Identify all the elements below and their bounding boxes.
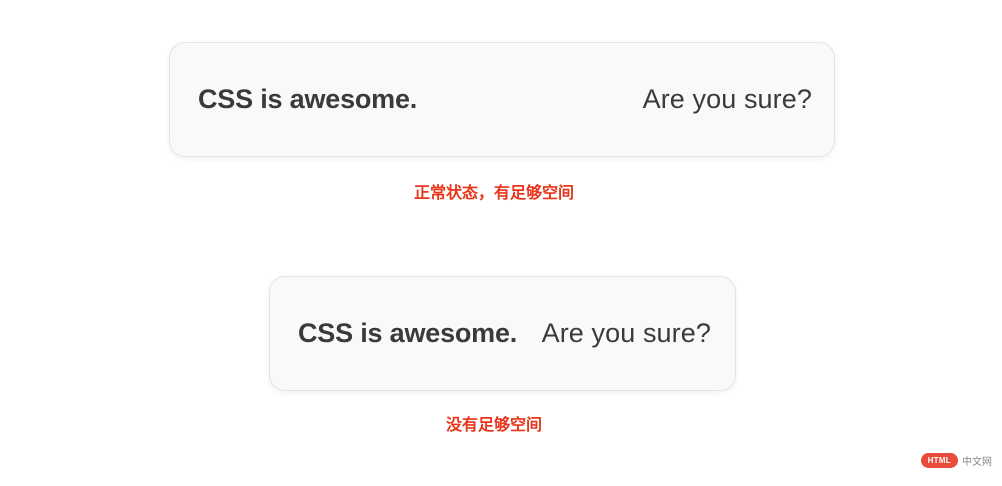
caption-tight: 没有足够空间 — [446, 415, 543, 434]
demo-card-normal: CSS is awesome. Are you sure? — [169, 42, 835, 157]
caption-normal: 正常状态，有足够空间 — [414, 183, 575, 202]
bold-text: CSS is awesome. — [198, 84, 418, 114]
site-watermark: HTML 中文网 — [920, 453, 992, 468]
bold-text: CSS is awesome. — [298, 318, 518, 348]
html-logo-badge: HTML — [920, 453, 958, 468]
demo-card-tight: CSS is awesome. Are you sure? — [269, 276, 736, 391]
plain-text: Are you sure? — [642, 84, 812, 114]
watermark-text: 中文网 — [962, 457, 992, 468]
plain-text: Are you sure? — [541, 318, 711, 348]
